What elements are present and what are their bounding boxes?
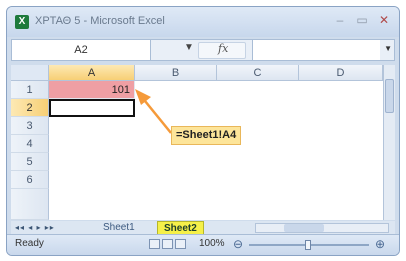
row-header-6[interactable]: 6 — [11, 171, 49, 189]
row-header-5[interactable]: 5 — [11, 153, 49, 171]
horizontal-scrollbar[interactable] — [255, 223, 389, 233]
worksheet-grid: A B C D 1 2 3 4 5 6 101 =Sheet1!A4 — [11, 65, 383, 220]
select-all-corner[interactable] — [11, 65, 49, 81]
cell-a1[interactable]: 101 — [49, 81, 135, 99]
column-header-a[interactable]: A — [49, 65, 135, 81]
excel-app-icon[interactable]: X — [15, 15, 29, 29]
row-header-3[interactable]: 3 — [11, 117, 49, 135]
sheet-nav-arrows[interactable]: ◂◂ ◂ ▸ ▸▸ — [15, 221, 55, 235]
normal-view-icon[interactable] — [149, 239, 160, 249]
expand-formula-bar-icon[interactable]: ▼ — [384, 44, 392, 53]
row-header-partial — [11, 189, 49, 220]
view-buttons — [149, 239, 186, 249]
row-header-1[interactable]: 1 — [11, 81, 49, 99]
name-box-dropdown-icon[interactable]: ▼ — [184, 42, 194, 53]
zoom-slider-handle[interactable] — [305, 240, 311, 250]
horizontal-scroll-thumb[interactable] — [284, 224, 324, 232]
page-layout-view-icon[interactable] — [162, 239, 173, 249]
maximize-button[interactable]: ▭ — [353, 13, 371, 29]
vertical-scroll-thumb[interactable] — [385, 79, 394, 113]
name-box[interactable]: A2 — [12, 40, 151, 60]
formula-input[interactable] — [252, 40, 380, 60]
minimize-button[interactable]: – — [331, 13, 349, 29]
page-break-view-icon[interactable] — [175, 239, 186, 249]
window-controls: – ▭ ✕ — [331, 13, 393, 29]
insert-function-icon[interactable]: fx — [218, 42, 228, 55]
column-header-c[interactable]: C — [217, 65, 299, 81]
formula-callout: =Sheet1!A4 — [171, 126, 242, 145]
zoom-out-icon[interactable]: ⊖ — [233, 237, 243, 251]
window-title: ΧΡΤΑΘ 5 - Microsoft Excel — [35, 15, 165, 27]
close-button[interactable]: ✕ — [375, 13, 393, 29]
column-header-d[interactable]: D — [299, 65, 383, 81]
excel-window: X ΧΡΤΑΘ 5 - Microsoft Excel – ▭ ✕ A2 ▼ f… — [6, 6, 400, 256]
tab-sheet2[interactable]: Sheet2 — [157, 221, 204, 235]
formula-bar: A2 ▼ fx ▼ — [11, 39, 395, 61]
column-header-b[interactable]: B — [135, 65, 217, 81]
row-header-4[interactable]: 4 — [11, 135, 49, 153]
row-header-2[interactable]: 2 — [11, 99, 49, 117]
cell-a2-selected[interactable] — [49, 99, 135, 117]
vertical-scrollbar[interactable] — [383, 65, 395, 220]
status-bar: Ready 100% ⊖ ⊕ — [7, 234, 399, 255]
zoom-in-icon[interactable]: ⊕ — [375, 237, 385, 251]
sheet-tabs-bar: ◂◂ ◂ ▸ ▸▸ Sheet1 Sheet2 — [11, 221, 395, 235]
tab-sheet1[interactable]: Sheet1 — [97, 221, 141, 235]
zoom-level[interactable]: 100% — [199, 238, 225, 249]
status-ready: Ready — [15, 238, 44, 249]
title-bar: X ΧΡΤΑΘ 5 - Microsoft Excel – ▭ ✕ — [7, 7, 399, 37]
